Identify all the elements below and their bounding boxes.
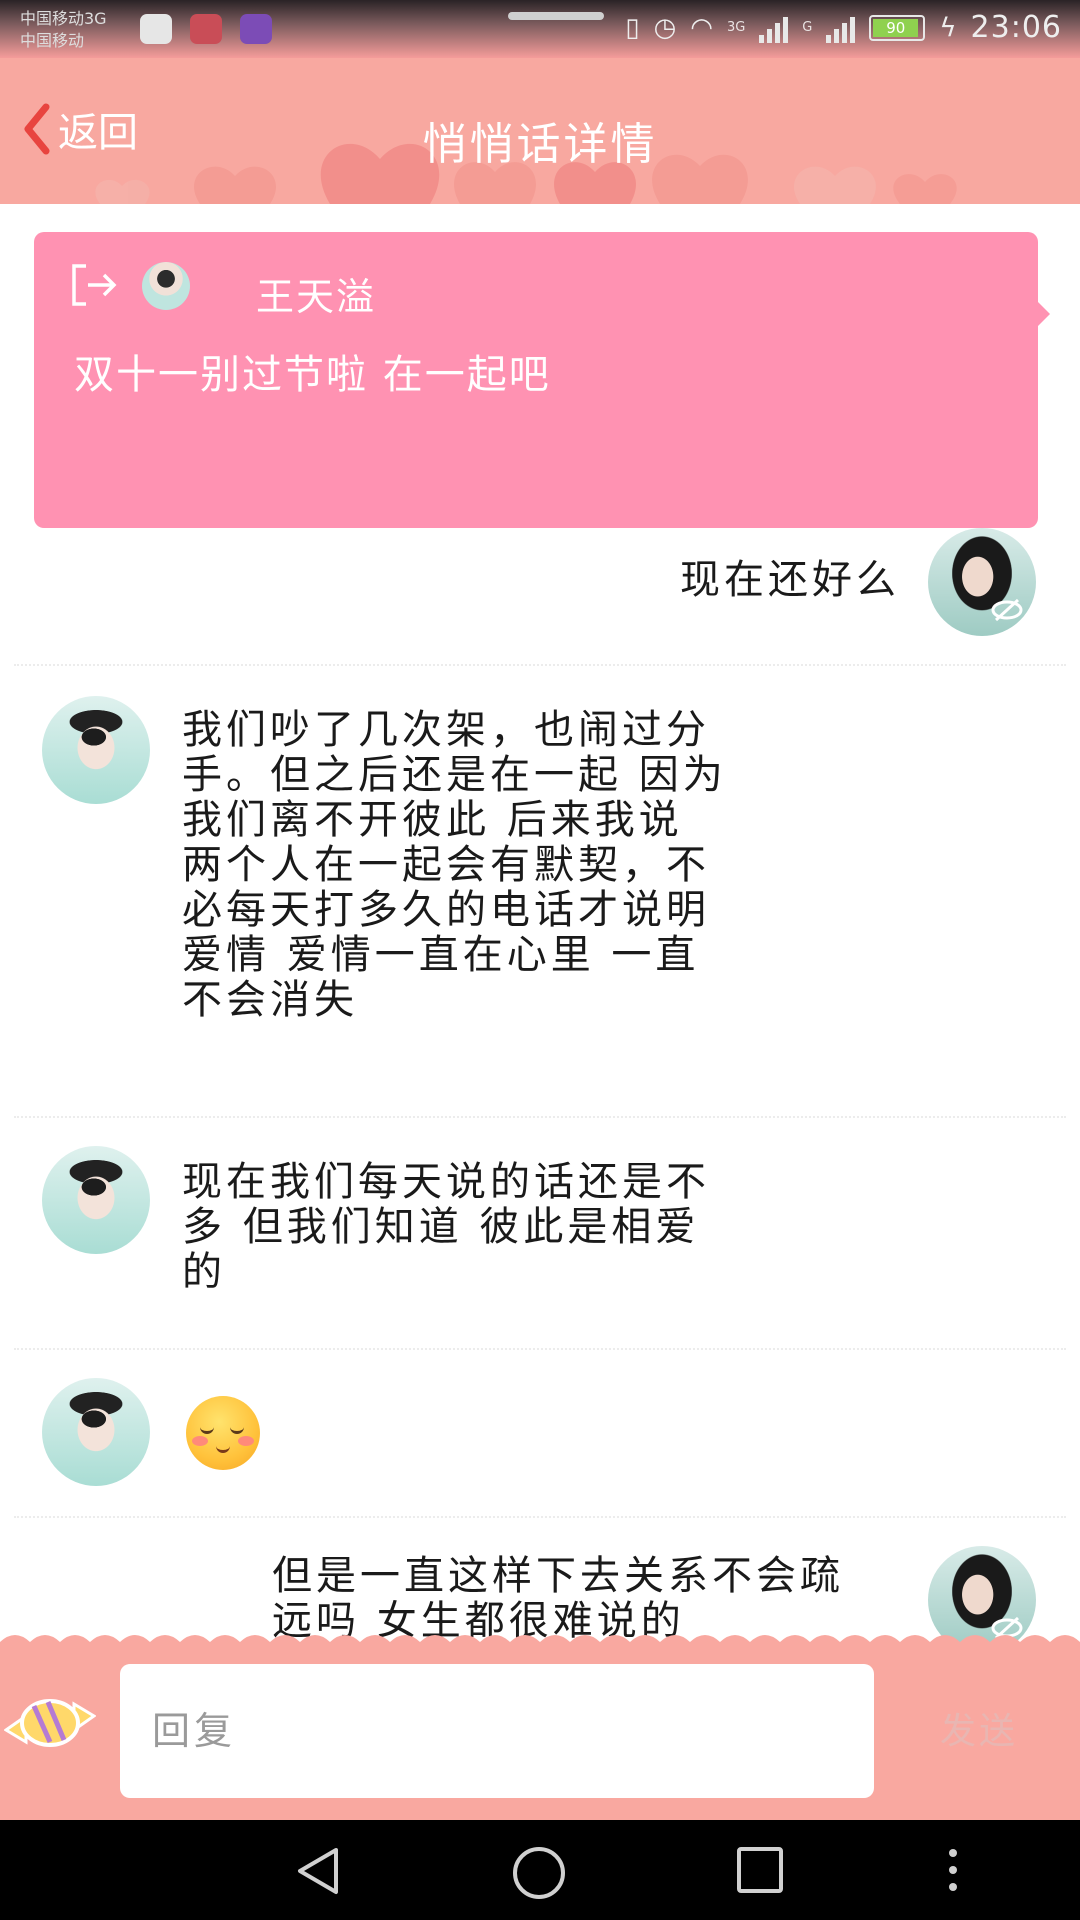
carrier-line-2: 中国移动 (20, 31, 85, 50)
status-indicators: ▯ ◷ ◠ 3G G 90 ϟ 23:06 (625, 10, 1062, 45)
reply-field-container (120, 1664, 874, 1798)
reply-bar: 发送 (0, 1635, 1080, 1820)
wifi-icon: ◠ (690, 12, 713, 43)
reply-text: 现在还好么 (680, 557, 900, 603)
carrier-info: 中国移动3G 中国移动 (20, 8, 107, 52)
app-notification-icon (140, 14, 172, 44)
notification-icons (140, 14, 272, 44)
exit-icon[interactable] (70, 262, 118, 308)
chart-app-icon (240, 14, 272, 44)
alarm-icon: ◷ (653, 12, 677, 43)
battery-icon: 90 (869, 14, 926, 41)
boy-avatar[interactable] (42, 696, 150, 804)
scallop-edge (0, 1635, 1080, 1656)
page-title: 悄悄话详情 (422, 119, 658, 170)
signal-icon-2 (826, 13, 856, 43)
candy-icon[interactable] (4, 1690, 96, 1756)
reply-row: 现在我们每天说的话还是不 多 但我们知道 彼此是相爱 的 (0, 1118, 1080, 1348)
more-options-icon[interactable] (946, 1846, 960, 1894)
status-bar: 中国移动3G 中国移动 ▯ ◷ ◠ 3G G 90 ϟ 23:06 (0, 0, 1080, 58)
girl-avatar[interactable] (928, 528, 1036, 636)
reply-row: 现在还好么 (0, 528, 1080, 664)
charging-icon: ϟ (939, 12, 957, 43)
eye-slash-icon (991, 598, 1023, 622)
back-nav-icon[interactable] (294, 1846, 342, 1896)
reply-input[interactable] (120, 1664, 874, 1798)
navigation-bar (0, 1820, 1080, 1920)
whisper-card: 王天溢 双十一别过节啦 在一起吧 (34, 232, 1050, 528)
health-app-icon (190, 14, 222, 44)
sender-name: 王天溢 (256, 275, 377, 319)
boy-avatar[interactable] (42, 1378, 150, 1486)
reply-row (0, 1350, 1080, 1516)
pull-down-handle[interactable] (508, 12, 604, 20)
reply-text: 我们吵了几次架，也闹过分 手。但之后还是在一起 因为 我们离不开彼此 后来我说 … (182, 707, 727, 1023)
home-nav-icon[interactable] (512, 1846, 566, 1900)
vibrate-icon: ▯ (625, 12, 640, 43)
whisper-content: 双十一别过节啦 在一起吧 (74, 352, 551, 398)
network-type-1: 3G (726, 20, 746, 35)
sender-avatar[interactable] (142, 262, 190, 310)
send-button[interactable]: 发送 (940, 1702, 1018, 1754)
signal-icon (759, 13, 789, 43)
boy-avatar[interactable] (42, 1146, 150, 1254)
recents-nav-icon[interactable] (736, 1846, 784, 1894)
blushing-smile-emoji (186, 1396, 260, 1470)
battery-level: 90 (873, 18, 919, 37)
reply-row: 我们吵了几次架，也闹过分 手。但之后还是在一起 因为 我们离不开彼此 后来我说 … (0, 666, 1080, 1116)
reply-text: 现在我们每天说的话还是不 多 但我们知道 彼此是相爱 的 (182, 1159, 710, 1295)
header: 返回 悄悄话详情 (0, 58, 1080, 204)
clock: 23:06 (970, 10, 1062, 45)
carrier-line-1: 中国移动3G (20, 9, 107, 28)
network-type-2: G (802, 20, 813, 35)
